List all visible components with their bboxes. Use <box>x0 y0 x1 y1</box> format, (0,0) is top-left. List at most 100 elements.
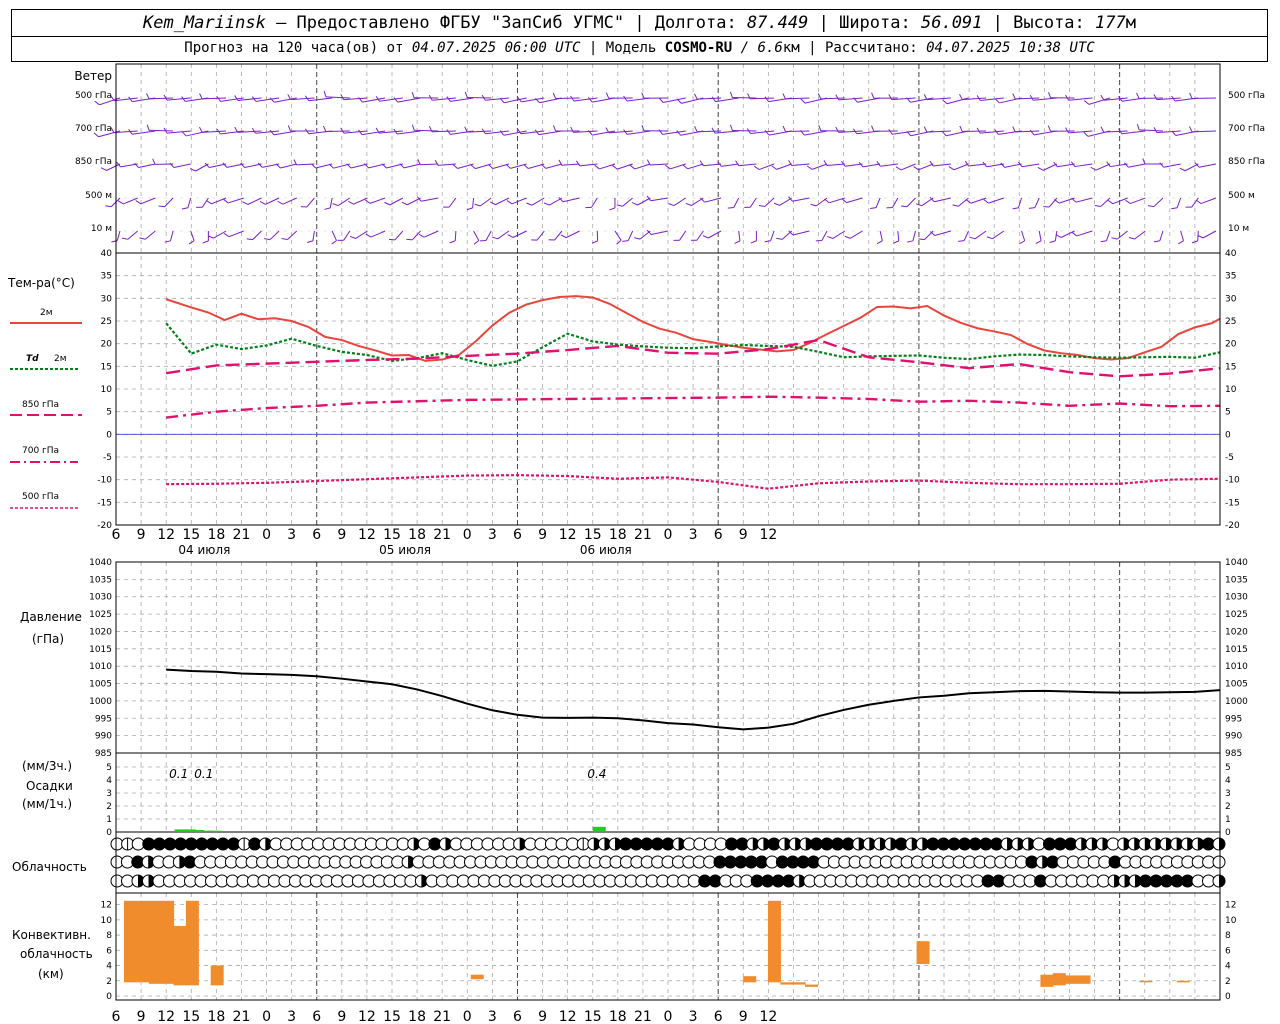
wind-barb-flag-icon <box>835 94 840 101</box>
wind-barb-flag-icon <box>135 200 142 205</box>
wind-barb-icon <box>749 197 757 208</box>
temp-tick-left: 25 <box>101 317 112 327</box>
temp-tick-right: -20 <box>1225 521 1240 531</box>
wind-barb-flag-icon <box>526 202 533 206</box>
wind-barb-icon <box>431 130 456 133</box>
wind-barb-icon <box>906 197 916 208</box>
wind-barb-icon <box>353 197 368 205</box>
conv-tick-right: 4 <box>1225 962 1231 972</box>
wind-barb-flag-icon <box>287 94 292 100</box>
wind-barb-flag-icon <box>264 238 271 241</box>
wind-barb-icon <box>1116 230 1128 240</box>
precip-tick-left: 2 <box>106 802 112 812</box>
wind-barb-flag-icon <box>323 90 327 97</box>
precip-unit-1h: (мм/1ч.) <box>22 797 72 811</box>
legend-t500-label: 500 гПа <box>22 492 59 502</box>
conv-title-3: (км) <box>38 967 64 981</box>
wind-barb-icon <box>687 163 704 170</box>
wind-barb-icon <box>1095 163 1111 171</box>
x-tick-label: 15 <box>182 527 200 543</box>
wind-barb-icon <box>187 197 192 208</box>
wind-barb-flag-icon <box>827 235 834 239</box>
wind-barb-flag-icon <box>1153 127 1158 133</box>
wind-barb-flag-icon <box>348 200 354 205</box>
legend-td2m-label: 2м <box>54 354 67 364</box>
wind-barb-flag-icon <box>612 165 618 170</box>
wind-barb-flag-icon <box>1084 100 1090 105</box>
x-tick-label: 9 <box>137 527 146 543</box>
wind-barb-flag-icon <box>753 165 760 170</box>
wind-barb-flag-icon <box>202 240 209 244</box>
wind-barb-icon <box>1198 163 1217 168</box>
x-tick-label: 15 <box>383 527 401 543</box>
wind-barb-flag-icon <box>364 199 371 204</box>
wind-barb-icon <box>1159 230 1164 241</box>
conv-bar <box>1052 973 1066 986</box>
day-label: 06 июля <box>580 543 632 557</box>
cloud-title: Облачность <box>12 860 87 874</box>
wind-barb-icon <box>306 197 315 208</box>
wind-barb-flag-icon <box>349 235 356 239</box>
wind-barb-flag-icon <box>152 158 156 165</box>
wind-barb-icon <box>244 163 262 169</box>
conv-tick-right: 0 <box>1225 992 1231 1002</box>
wind-barb-icon <box>495 197 510 206</box>
wind-barb-flag-icon <box>1189 92 1193 99</box>
conv-tick-left: 6 <box>106 946 112 956</box>
wind-barb-icon <box>1034 197 1040 208</box>
x-tick-label-bottom: 9 <box>538 1009 547 1024</box>
wind-barb-flag-icon <box>806 165 813 170</box>
wind-barb-flag-icon <box>895 166 902 171</box>
wind-barb-flag-icon <box>1171 207 1178 210</box>
temp-tick-left: 10 <box>101 385 113 395</box>
wind-barb-flag-icon <box>1136 92 1140 99</box>
wind-barb-icon <box>1200 197 1217 205</box>
wind-barb-flag-icon <box>411 91 415 98</box>
wind-barb-icon <box>554 230 563 241</box>
wind-barb-flag-icon <box>1153 240 1160 243</box>
wind-barb-icon <box>1088 97 1111 105</box>
pressure-unit: (гПа) <box>32 632 64 646</box>
wind-barb-flag-icon <box>901 205 908 208</box>
x-tick-label-bottom: 0 <box>664 1009 673 1024</box>
conv-tick-left: 2 <box>106 977 112 987</box>
x-tick-label-bottom: 0 <box>262 1009 271 1024</box>
precip-tick-left: 5 <box>106 763 112 773</box>
x-tick-label-bottom: 0 <box>463 1009 472 1024</box>
wind-barb-flag-icon <box>223 232 230 238</box>
temp-tick-left: 15 <box>101 362 112 372</box>
x-tick-label-bottom: 21 <box>433 1009 451 1024</box>
wind-barb-flag-icon <box>331 240 337 245</box>
conv-tick-right: 6 <box>1225 946 1231 956</box>
wind-barb-icon <box>1060 230 1075 238</box>
wind-barb-flag-icon <box>870 207 877 210</box>
pressure-tick-right: 1005 <box>1225 680 1248 690</box>
wind-barb-flag-icon <box>942 99 948 105</box>
wind-barb-flag-icon <box>105 205 112 208</box>
wind-barb-flag-icon <box>259 201 266 205</box>
wind-barb-flag-icon <box>888 129 893 135</box>
wind-barb-flag-icon <box>146 124 150 131</box>
wind-barb-icon <box>480 197 492 207</box>
x-tick-label: 18 <box>207 527 225 543</box>
x-tick-label-bottom: 9 <box>137 1009 146 1024</box>
temp-tick-right: -10 <box>1225 476 1240 486</box>
pressure-tick-left: 1000 <box>89 697 112 707</box>
wind-barb-icon <box>1075 197 1093 203</box>
wind-barb-flag-icon <box>594 164 600 170</box>
wind-barb-flag-icon <box>609 207 616 211</box>
wind-barb-flag-icon <box>488 164 494 169</box>
wind-barb-icon <box>708 230 722 239</box>
wind-barb-icon <box>1100 197 1111 207</box>
x-tick-label-bottom: 3 <box>689 1009 698 1024</box>
wind-barb-flag-icon <box>552 125 557 132</box>
conv-title-1: Конвективн. <box>12 928 91 942</box>
wind-level-700hpa-right: 700 гПа <box>1228 124 1265 134</box>
x-tick-label-bottom: 15 <box>383 1009 401 1024</box>
wind-barb-flag-icon <box>223 198 229 204</box>
wind-barb-icon <box>213 230 227 239</box>
wind-barb-flag-icon <box>1128 236 1135 240</box>
wind-barb-icon <box>411 230 421 241</box>
conv-bar <box>1040 974 1054 987</box>
wind-barb-flag-icon <box>616 239 622 245</box>
